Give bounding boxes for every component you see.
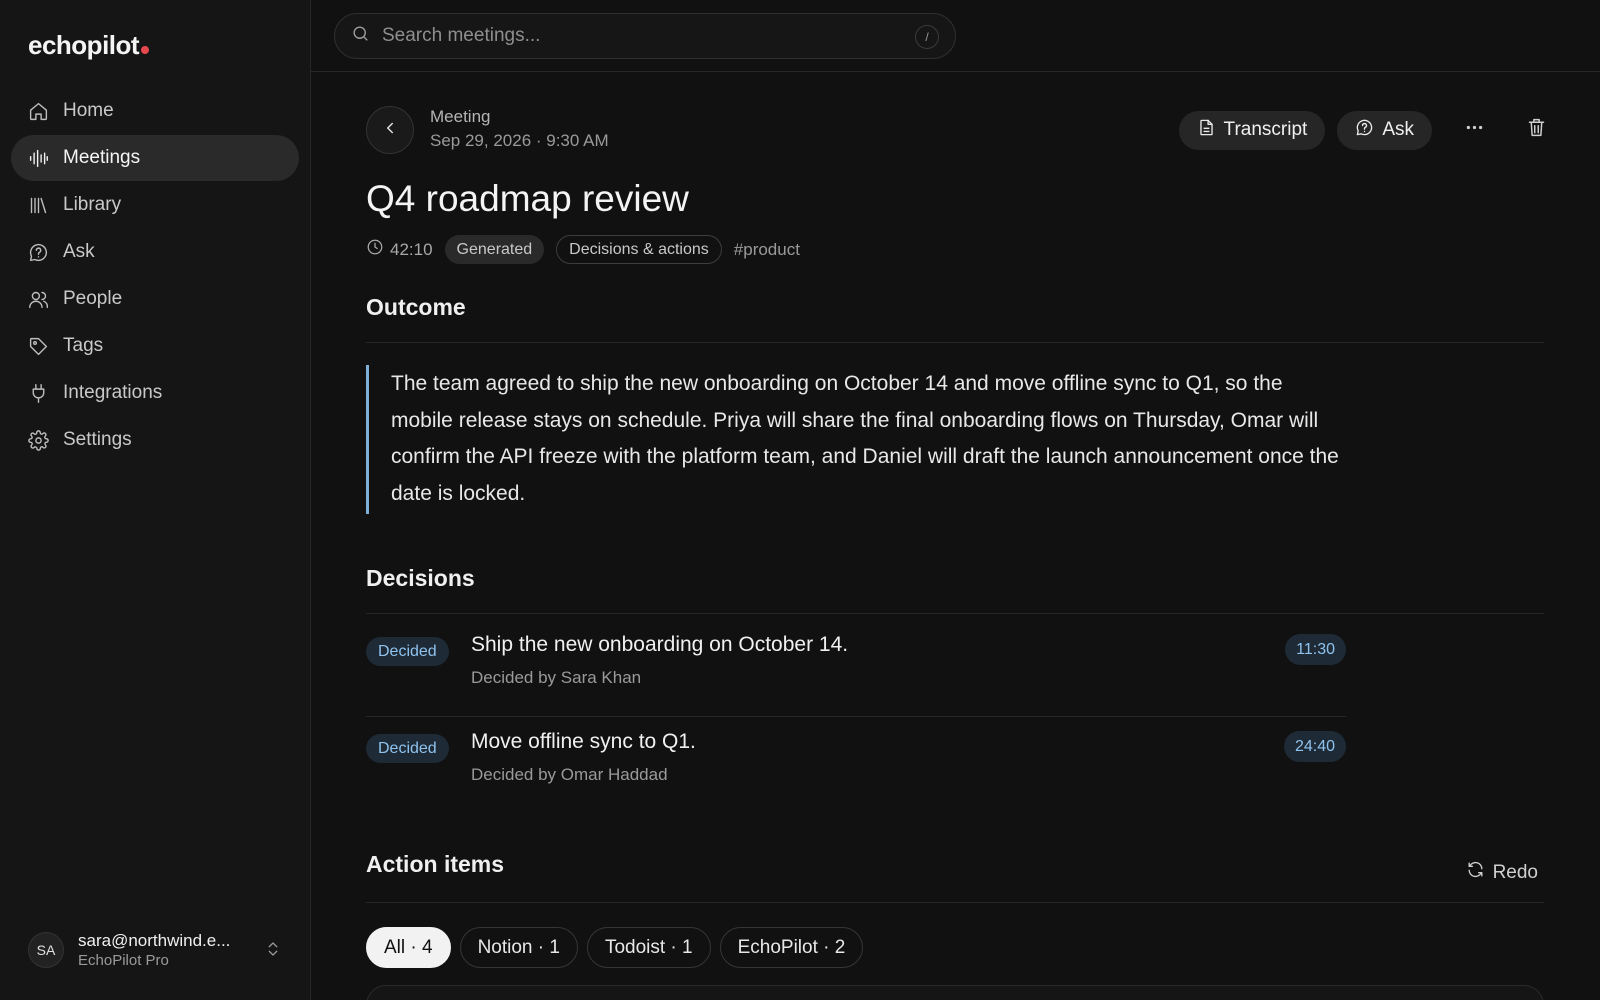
sidebar-item-label: Home [63,100,114,121]
plug-icon [27,382,49,404]
decisions-heading: Decisions [366,565,475,591]
sidebar-item-meetings[interactable]: Meetings [11,135,299,181]
breadcrumb: Meeting Sep 29, 2026 · 9:30 AM [430,107,609,151]
decision-row: Decided Move offline sync to Q1. Decided… [366,718,1346,814]
search-icon [351,24,370,48]
gear-icon [27,429,49,451]
template-badge[interactable]: Decisions & actions [556,235,722,264]
breadcrumb-label: Meeting [430,107,491,126]
decision-owner: Decided by Sara Khan [471,668,642,687]
home-icon [27,100,49,122]
duration-value: 42:10 [390,239,433,259]
filter-notion[interactable]: Notion · 1 [459,927,578,968]
search-bar[interactable]: / [334,13,956,59]
redo-label: Redo [1492,861,1538,883]
more-options-button[interactable] [1454,110,1494,150]
sidebar-item-label: Integrations [63,382,163,403]
logo-dot [141,46,150,54]
sidebar-nav: Home Meetings Library Ask People Tags In… [11,88,299,464]
main-area: / Meeting Sep 29, 2026 · 9:30 AM Transcr… [311,0,1600,1000]
sidebar: echopilot Home Meetings Library Ask Peop… [0,0,311,1000]
ask-button[interactable]: Ask [1337,110,1432,150]
sidebar-item-label: Library [63,194,122,215]
trash-icon [1526,117,1547,143]
sidebar-item-people[interactable]: People [11,276,299,322]
topbar: / [311,0,1600,72]
outcome-divider [366,342,1544,343]
logo-text: echopilot [28,30,140,60]
meeting-meta: 42:10 Generated Decisions & actions #pro… [366,235,800,264]
search-input[interactable] [382,25,902,47]
timestamp-chip[interactable]: 24:40 [1283,731,1346,762]
action-item-card[interactable] [366,985,1544,1000]
transcript-label: Transcript [1223,119,1308,140]
clock-icon [366,238,384,261]
sidebar-item-label: Meetings [63,147,141,168]
page-title: Q4 roadmap review [366,178,689,219]
library-icon [27,194,49,216]
account-text: sara@northwind.e... EchoPilot Pro [78,931,256,969]
timestamp-chip[interactable]: 11:30 [1285,634,1346,665]
chevron-left-icon [381,119,399,142]
meeting-date: Sep 29, 2026 · 9:30 AM [430,131,609,150]
sidebar-item-label: Ask [63,241,95,262]
decided-badge: Decided [366,637,449,666]
more-horizontal-icon [1464,117,1485,143]
people-icon [27,288,49,310]
row-divider [366,716,1346,717]
action-filter-tabs: All · 4 Notion · 1 Todoist · 1 EchoPilot… [366,927,864,968]
decision-text: Ship the new onboarding on October 14. [471,633,849,656]
question-bubble-icon [27,241,49,263]
decision-row: Decided Ship the new onboarding on Octob… [366,621,1346,717]
decisions-divider [366,613,1544,614]
filter-todoist[interactable]: Todoist · 1 [586,927,711,968]
duration: 42:10 [366,238,433,261]
transcript-button[interactable]: Transcript [1178,110,1326,150]
account-switcher[interactable]: SA sara@northwind.e... EchoPilot Pro [28,928,288,972]
tag-icon [27,335,49,357]
sidebar-item-label: Tags [63,335,104,356]
app-root: echopilot Home Meetings Library Ask Peop… [0,0,1600,1000]
ask-label: Ask [1382,119,1414,140]
sidebar-item-ask[interactable]: Ask [11,229,299,275]
sidebar-item-tags[interactable]: Tags [11,323,299,369]
sidebar-item-label: Settings [63,429,132,450]
logo[interactable]: echopilot [28,30,150,61]
sidebar-item-integrations[interactable]: Integrations [11,370,299,416]
filter-echopilot[interactable]: EchoPilot · 2 [719,927,864,968]
delete-button[interactable] [1516,110,1556,150]
account-plan: EchoPilot Pro [78,952,169,969]
back-button[interactable] [366,106,414,154]
chevron-up-down-icon [264,940,284,960]
action-items-divider [366,902,1544,903]
sidebar-item-label: People [63,288,123,309]
account-email: sara@northwind.e... [78,931,231,950]
hashtag[interactable]: #product [734,240,800,260]
avatar: SA [28,932,64,968]
waveform-icon [27,147,49,169]
search-shortcut-hint: / [915,25,939,49]
decided-badge: Decided [366,734,449,763]
outcome-heading: Outcome [366,294,466,320]
sidebar-item-settings[interactable]: Settings [11,417,299,463]
decision-owner: Decided by Omar Haddad [471,765,668,784]
status-badge: Generated [444,235,545,264]
question-bubble-icon [1355,118,1374,143]
filter-all[interactable]: All · 4 [366,927,451,968]
action-items-heading: Action items [366,851,505,877]
redo-button[interactable]: Redo [1466,860,1538,885]
document-icon [1197,118,1216,143]
decision-text: Move offline sync to Q1. [471,730,696,753]
refresh-icon [1466,860,1485,885]
sidebar-item-library[interactable]: Library [11,182,299,228]
outcome-text: The team agreed to ship the new onboardi… [366,365,1346,514]
header-actions: Transcript Ask [1178,110,1556,150]
sidebar-item-home[interactable]: Home [11,88,299,134]
